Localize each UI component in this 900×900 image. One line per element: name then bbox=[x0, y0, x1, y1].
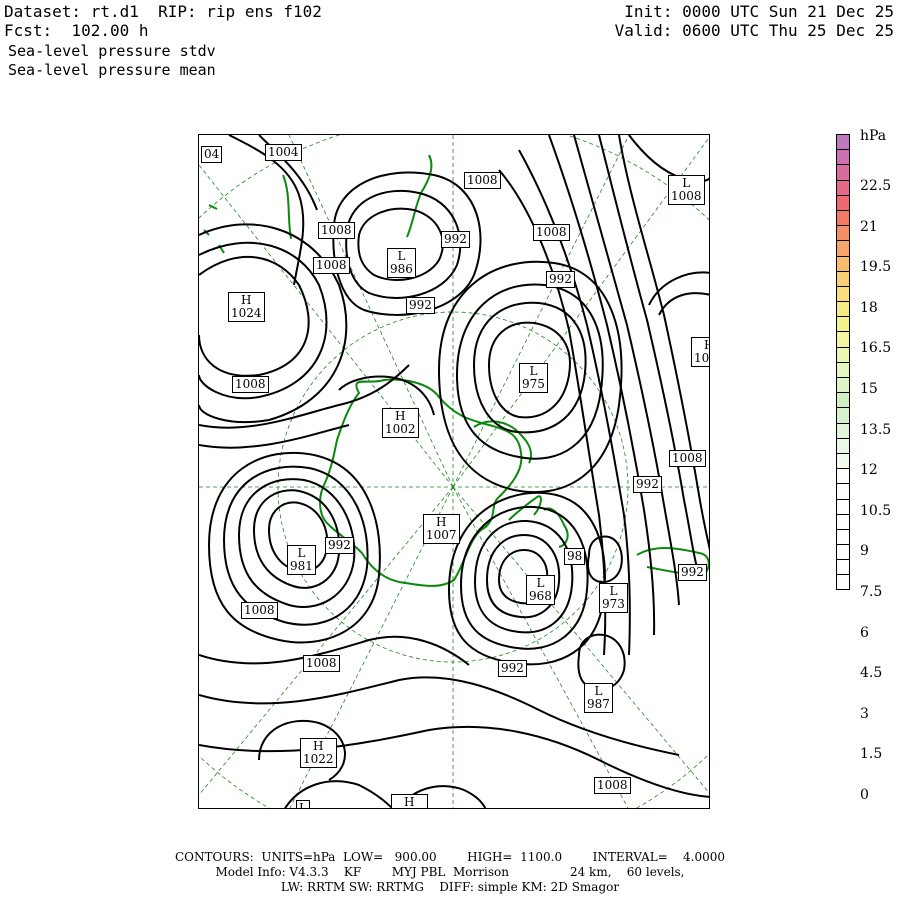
contour-label: 98 bbox=[564, 548, 586, 565]
contour-label: 1008 bbox=[313, 257, 350, 274]
init-line: Init: 0000 UTC Sun 21 Dec 25 bbox=[624, 2, 894, 21]
colorbar-cell bbox=[836, 149, 850, 165]
contour-label: 04 bbox=[201, 146, 223, 163]
field-titles: Sea-level pressure stdv Sea-level pressu… bbox=[8, 42, 216, 80]
colorbar-tick-label: 21 bbox=[860, 218, 878, 235]
colorbar-cell bbox=[836, 437, 850, 453]
contour-label: L 981 bbox=[287, 545, 316, 575]
header-left: Dataset: rt.d1 RIP: rip ens f102 Fcst: 1… bbox=[4, 2, 322, 40]
colorbar-tick-label: 22.5 bbox=[860, 178, 892, 194]
colorbar-cell bbox=[836, 559, 850, 575]
colorbar-unit: hPa bbox=[860, 128, 887, 144]
colorbar-cell bbox=[836, 225, 850, 241]
contour-label: 1004 bbox=[265, 144, 302, 161]
contour-label: 1008 bbox=[232, 376, 269, 393]
colorbar-cell bbox=[836, 483, 850, 499]
colorbar-tick-label: 3 bbox=[860, 705, 869, 722]
contour-label: H 1023 bbox=[391, 794, 428, 808]
colorbar-cell bbox=[836, 301, 850, 317]
contour-label: 1008 bbox=[669, 450, 706, 467]
colorbar-cell bbox=[836, 346, 850, 362]
colorbar-tick-label: 15 bbox=[860, 381, 878, 397]
colorbar-tick-label: 4.5 bbox=[860, 665, 883, 682]
colorbar-cell bbox=[836, 270, 850, 286]
contour-label: H 1024 bbox=[228, 292, 265, 322]
colorbar-tick-label: 10.5 bbox=[860, 502, 892, 519]
contour-label: 992 bbox=[678, 564, 707, 581]
contour-label: 992 bbox=[441, 231, 470, 248]
dataset-line: Dataset: rt.d1 RIP: rip ens f102 bbox=[4, 2, 322, 21]
colorbar-cell bbox=[836, 240, 850, 256]
colorbar bbox=[836, 134, 850, 590]
colorbar-tick-label: 19.5 bbox=[860, 259, 892, 276]
colorbar-cell bbox=[836, 255, 850, 271]
contour-label: L 1008 bbox=[668, 175, 705, 205]
colorbar-cell bbox=[836, 422, 850, 438]
contour-label: 992 bbox=[406, 297, 435, 314]
colorbar-cell bbox=[836, 452, 850, 469]
colorbar-tick-label: 1.5 bbox=[860, 746, 883, 763]
pressure-map: 04 1004 1008 L 1008 1008 1008 L 986 992 1008 H 10… bbox=[198, 134, 710, 809]
colorbar-cell bbox=[836, 528, 850, 545]
contour-label: H 1002 bbox=[382, 408, 419, 438]
colorbar-tick-label: 13.5 bbox=[860, 421, 892, 438]
colorbar-tick-label: 12 bbox=[860, 462, 878, 479]
colorbar-cell bbox=[836, 498, 850, 514]
contour-label: L 987 bbox=[584, 683, 613, 713]
colorbar-cell bbox=[836, 209, 850, 226]
contour-label: 1008 bbox=[464, 172, 501, 189]
colorbar-cell bbox=[836, 392, 850, 408]
contour-label: 1008 bbox=[533, 224, 570, 241]
colorbar-cell bbox=[836, 574, 850, 590]
colorbar-cell bbox=[836, 468, 850, 484]
colorbar-cell bbox=[836, 164, 850, 180]
colorbar-cell bbox=[836, 134, 850, 150]
contour-label: L bbox=[296, 800, 310, 808]
colorbar-tick-label: 9 bbox=[860, 543, 869, 560]
contour-label: H 1022 bbox=[300, 738, 337, 768]
colorbar-cell bbox=[836, 407, 850, 423]
contour-label: 1008 bbox=[594, 777, 631, 794]
contour-label: 992 bbox=[325, 537, 354, 554]
contour-label: H 1007 bbox=[423, 514, 460, 544]
contour-label: 1008 bbox=[318, 222, 355, 239]
contour-label: 1008 bbox=[303, 655, 340, 672]
colorbar-tick-label: 7.5 bbox=[860, 584, 883, 600]
colorbar-tick-label: 6 bbox=[860, 624, 869, 641]
colorbar-cell bbox=[836, 285, 850, 302]
colorbar-tick-label: 18 bbox=[860, 299, 878, 316]
colorbar-cell bbox=[836, 194, 850, 210]
header-right: Init: 0000 UTC Sun 21 Dec 25 Valid: 0600… bbox=[615, 2, 894, 40]
contour-label: L 968 bbox=[526, 575, 555, 605]
colorbar-tick-label: 16.5 bbox=[860, 340, 892, 357]
contour-label: L 973 bbox=[599, 583, 628, 613]
valid-line: Valid: 0600 UTC Thu 25 Dec 25 bbox=[614, 21, 894, 40]
colorbar-cell bbox=[836, 377, 850, 393]
colorbar-cell bbox=[836, 361, 850, 377]
colorbar-cell bbox=[836, 544, 850, 560]
field-title-mean: Sea-level pressure mean bbox=[8, 61, 216, 79]
contour-label: 1008 bbox=[241, 602, 278, 619]
contour-label: L 975 bbox=[519, 363, 548, 393]
footer-model-info: Model Info: V4.3.3 KF MYJ PBL Morrison 2… bbox=[215, 865, 685, 879]
field-title-stdv: Sea-level pressure stdv bbox=[8, 42, 216, 60]
contour-label: 992 bbox=[633, 476, 662, 493]
contour-label: 992 bbox=[546, 271, 575, 288]
contour-label: L 986 bbox=[387, 248, 416, 278]
colorbar-cell bbox=[836, 316, 850, 332]
footer-physics: LW: RRTM SW: RRTMG DIFF: simple KM: 2D S… bbox=[280, 880, 620, 894]
colorbar-cell bbox=[836, 179, 850, 195]
footer-contours: CONTOURS: UNITS=hPa LOW= 900.00 HIGH= 11… bbox=[174, 850, 726, 864]
contour-label: H 1030 bbox=[691, 337, 709, 367]
colorbar-cell bbox=[836, 513, 850, 529]
contour-label: 992 bbox=[498, 660, 527, 677]
colorbar-cell bbox=[836, 331, 850, 347]
forecast-line: Fcst: 102.00 h bbox=[4, 21, 149, 40]
colorbar-tick-label: 0 bbox=[860, 787, 869, 803]
